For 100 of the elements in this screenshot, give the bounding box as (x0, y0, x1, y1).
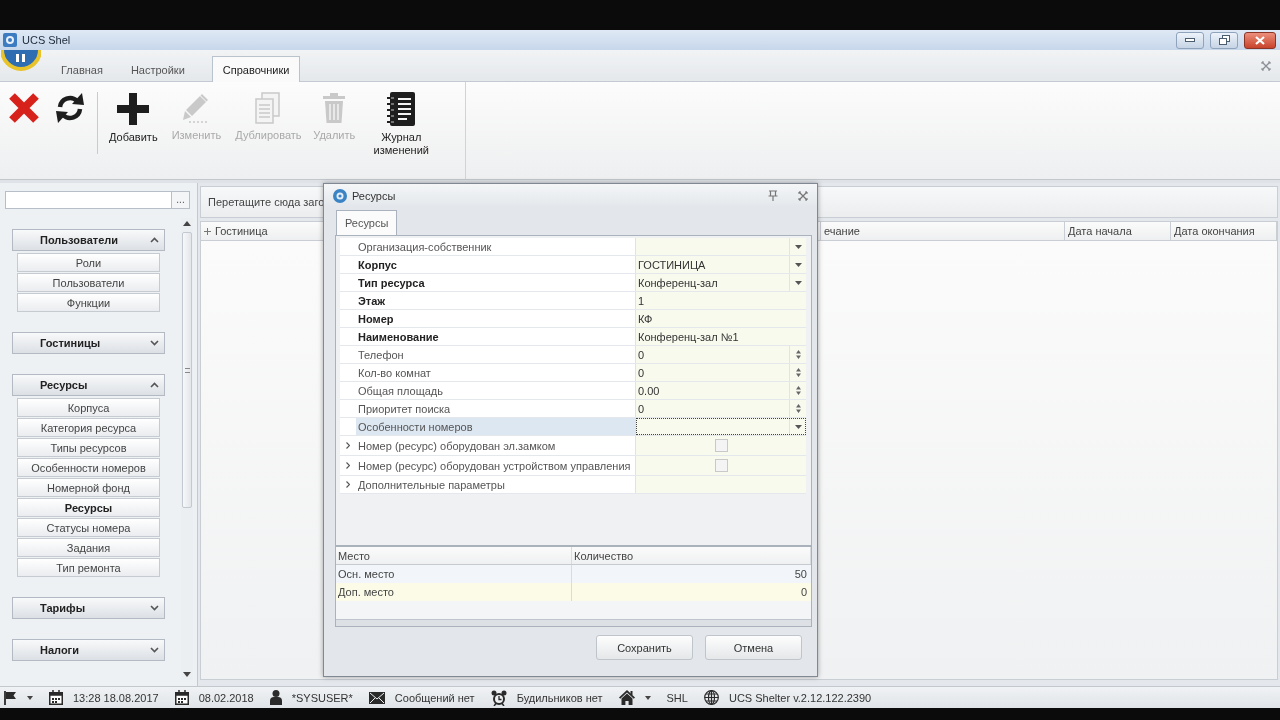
chevron-down-icon (150, 647, 159, 653)
calendar-icon (49, 690, 63, 705)
column-header[interactable]: Дата окончания (1171, 222, 1277, 240)
home-icon[interactable] (618, 690, 635, 705)
sidebar-item[interactable]: Ресурсы (17, 498, 160, 517)
table-cell-text: 0 (799, 585, 808, 600)
dropdown-field[interactable]: Конференц-зал (636, 274, 806, 291)
alarm-clock-icon (490, 689, 507, 706)
minimize-icon (1185, 38, 1195, 42)
property-label: Особенности номеров (356, 418, 636, 435)
caret-icon[interactable] (644, 695, 651, 700)
pin-icon[interactable] (768, 190, 778, 201)
spin-arrows-icon[interactable] (795, 350, 801, 359)
column-header[interactable]: Дата начала (1065, 222, 1171, 240)
caret-icon[interactable] (794, 424, 802, 429)
caret-icon[interactable] (794, 244, 802, 249)
status-text: Сообщений нет (394, 691, 475, 704)
sidebar-item[interactable]: Пользователи (17, 273, 160, 292)
chevron-right-icon[interactable] (346, 481, 350, 488)
dialog-button[interactable]: Сохранить (596, 635, 693, 660)
group-header[interactable]: Гостиницы (12, 332, 165, 354)
close-icon[interactable] (1261, 60, 1271, 71)
ribbon-tab[interactable]: Настройки (119, 57, 196, 81)
text-field[interactable]: КФ (636, 310, 806, 327)
toolbar-button[interactable]: Добавить (102, 92, 165, 144)
column-header[interactable]: ечание (821, 222, 1065, 240)
group-header[interactable]: Налоги (12, 639, 165, 661)
sidebar-item[interactable]: Номерной фонд (17, 478, 160, 497)
chevron-up-icon (150, 237, 159, 243)
checkbox[interactable] (714, 439, 728, 452)
dialog-button[interactable]: Отмена (705, 635, 802, 660)
caret-icon[interactable] (27, 695, 33, 700)
calendar-icon (174, 690, 189, 705)
sidebar-item[interactable]: Функции (17, 293, 160, 312)
sidebar-item[interactable]: Задания (17, 538, 160, 557)
restore-button[interactable] (1210, 31, 1238, 49)
chevron-down-icon (150, 340, 159, 346)
refresh-icon (54, 92, 86, 124)
minimize-button[interactable] (1176, 31, 1204, 49)
scrollbar-thumb[interactable] (182, 232, 192, 508)
group-header[interactable]: Ресурсы (12, 374, 165, 396)
close-icon[interactable] (798, 190, 808, 201)
sidebar-item[interactable]: Роли (17, 253, 160, 272)
window-title: UCS Shel (22, 34, 71, 46)
status-text: *SYSUSER* (291, 691, 353, 704)
up-arrow-icon[interactable] (183, 221, 191, 226)
caret-icon[interactable] (794, 262, 802, 267)
browse-button[interactable]: ... (172, 191, 190, 209)
chevron-right-icon[interactable] (346, 442, 350, 449)
caret-icon[interactable] (794, 280, 802, 285)
ribbon-tab[interactable]: Справочники (211, 56, 301, 82)
spin-field[interactable]: 0 (636, 346, 806, 363)
flag-icon[interactable] (3, 690, 17, 705)
envelope-icon (368, 691, 385, 704)
group-header[interactable]: Пользователи (12, 229, 165, 251)
globe-icon (703, 690, 719, 705)
restore-icon (1218, 35, 1230, 45)
text-field[interactable]: Конференц-зал №1 (636, 328, 806, 345)
plus-icon (116, 92, 151, 126)
sidebar-item[interactable]: Тип ремонта (17, 558, 160, 577)
app-logo-icon[interactable] (1, 50, 41, 72)
close-icon (1255, 35, 1265, 45)
spin-arrows-icon[interactable] (795, 386, 801, 395)
chevron-right-icon[interactable] (346, 462, 350, 469)
sidebar-item[interactable]: Типы ресурсов (17, 438, 160, 457)
table-cell: Доп. место (336, 583, 572, 601)
sidebar-item[interactable]: Особенности номеров (17, 458, 160, 477)
app-icon (3, 33, 17, 47)
sidebar-item[interactable]: Статусы номера (17, 518, 160, 537)
close-button[interactable] (1244, 31, 1276, 49)
sidebar-item[interactable]: Категория ресурса (17, 418, 160, 437)
dialog-tab[interactable]: Ресурсы (336, 210, 398, 235)
dialog-title: Ресурсы (352, 189, 396, 202)
app-icon (333, 188, 347, 203)
table-cell-text: 50 (793, 567, 808, 582)
chevron-up-icon (150, 382, 159, 388)
spin-arrows-icon[interactable] (795, 368, 801, 377)
toolbar-button[interactable]: Журнал изменений (362, 92, 441, 157)
ribbon-tab[interactable]: Главная (50, 57, 114, 81)
status-text: 13:28 18.08.2017 (73, 691, 159, 704)
dropdown-field[interactable]: ГОСТИНИЦА (636, 256, 806, 273)
dropdown-field[interactable] (636, 418, 806, 435)
status-text: SHL (666, 691, 688, 704)
text-field[interactable]: 1 (636, 292, 806, 309)
column-header[interactable]: Место (336, 547, 572, 564)
search-field[interactable] (5, 191, 172, 209)
spin-field[interactable]: 0.00 (636, 382, 806, 399)
status-text: Будильников нет (516, 691, 603, 704)
spin-field[interactable]: 0 (636, 364, 806, 381)
group-header[interactable]: Тарифы (12, 597, 165, 619)
column-header[interactable]: Количество (572, 547, 811, 564)
spin-arrows-icon[interactable] (795, 404, 801, 413)
dropdown-field[interactable] (636, 238, 806, 255)
down-arrow-icon[interactable] (183, 672, 191, 677)
chevron-down-icon (150, 605, 159, 611)
close-icon (8, 92, 40, 124)
status-text: UCS Shelter v.2.12.122.2390 (728, 691, 872, 704)
sidebar-item[interactable]: Корпуса (17, 398, 160, 417)
spin-field[interactable]: 0 (636, 400, 806, 417)
checkbox[interactable] (714, 459, 728, 472)
